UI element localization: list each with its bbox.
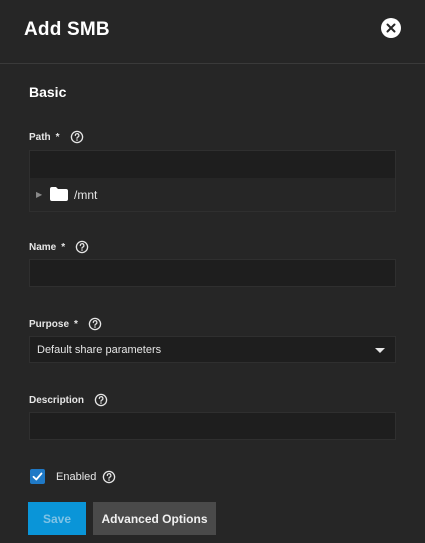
help-icon[interactable]: [75, 240, 89, 254]
tree-node-mnt[interactable]: /mnt: [74, 188, 97, 202]
path-label: Path: [29, 131, 51, 143]
help-icon[interactable]: [94, 393, 108, 407]
description-input[interactable]: [29, 412, 396, 440]
enabled-label-group: Enabled: [56, 470, 116, 484]
help-icon[interactable]: [70, 130, 84, 144]
close-button[interactable]: [381, 18, 401, 38]
enabled-checkbox[interactable]: [30, 469, 45, 484]
required-mark: *: [74, 318, 78, 330]
advanced-options-button[interactable]: Advanced Options: [93, 502, 216, 535]
dialog-title: Add SMB: [24, 19, 110, 40]
section-title-basic: Basic: [29, 84, 67, 100]
save-button[interactable]: Save: [28, 502, 86, 535]
close-icon: [386, 23, 396, 33]
required-mark: *: [55, 131, 60, 143]
purpose-label: Purpose: [29, 318, 70, 330]
help-icon[interactable]: [88, 317, 102, 331]
purpose-label-group: Purpose *: [29, 317, 102, 331]
name-label: Name: [29, 241, 57, 253]
expand-icon[interactable]: ▶: [36, 190, 42, 199]
description-label-group: Description: [29, 393, 108, 407]
required-mark: *: [61, 241, 66, 253]
caret-down-icon: [375, 348, 385, 353]
check-icon: [32, 472, 43, 481]
purpose-select[interactable]: Default share parameters: [29, 336, 396, 363]
path-label-group: Path *: [29, 130, 84, 144]
name-label-group: Name *: [29, 240, 89, 254]
folder-icon: [50, 187, 68, 201]
purpose-selected-value: Default share parameters: [37, 344, 162, 356]
description-label: Description: [29, 394, 85, 406]
path-tree[interactable]: ▶ /mnt: [29, 178, 396, 212]
name-input[interactable]: [29, 259, 396, 287]
help-icon[interactable]: [102, 470, 116, 484]
path-input[interactable]: [29, 150, 396, 179]
dialog-header: Add SMB: [0, 0, 425, 64]
enabled-label: Enabled: [56, 471, 97, 483]
